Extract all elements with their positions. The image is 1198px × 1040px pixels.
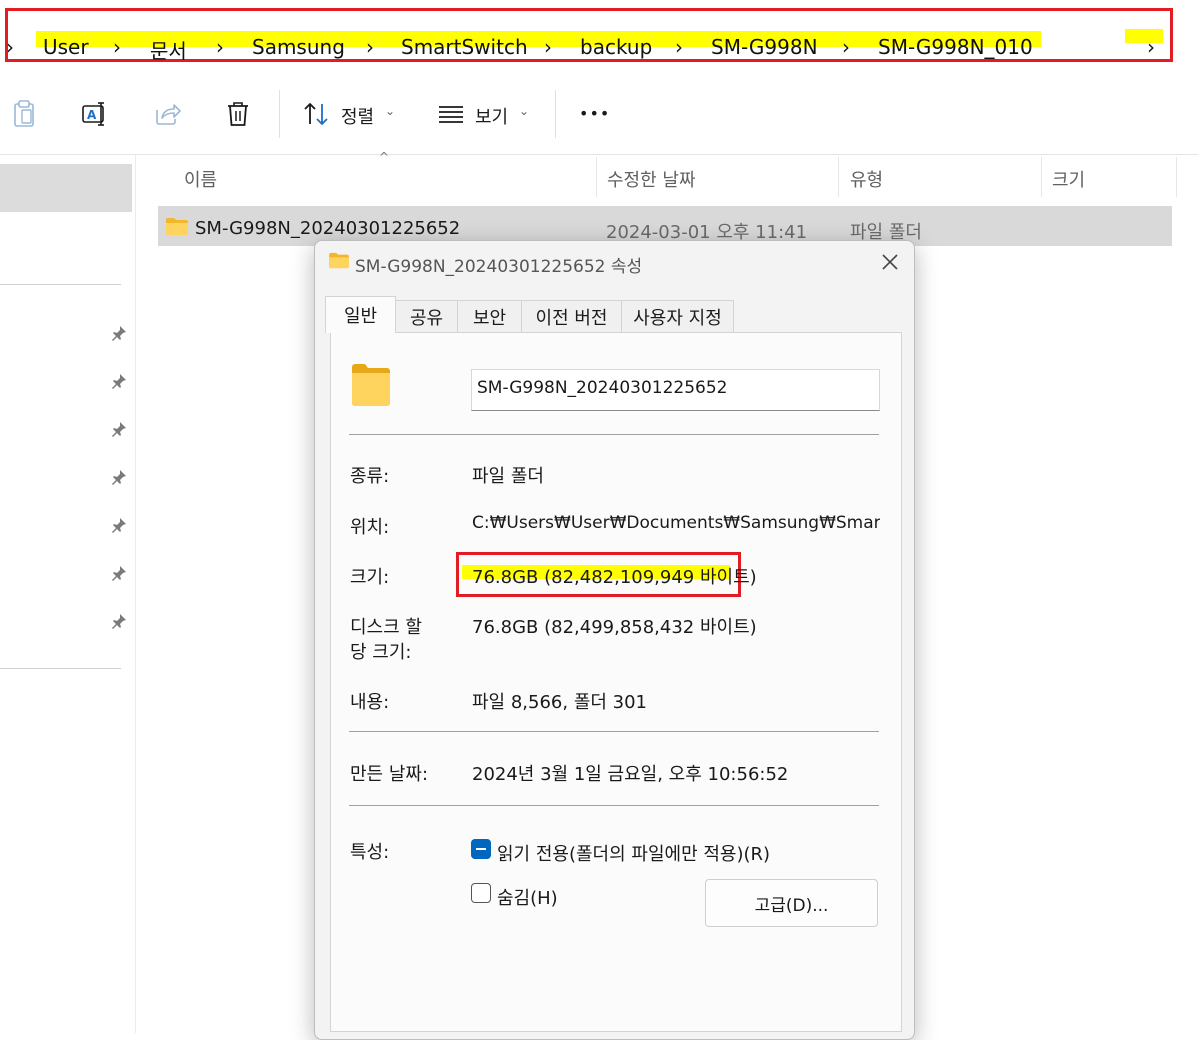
location-label: 위치: xyxy=(350,517,390,538)
column-header-name[interactable]: 이름 xyxy=(184,166,217,192)
tab-general[interactable]: 일반 xyxy=(325,296,396,333)
pin-icon[interactable] xyxy=(110,420,128,438)
chevron-right-icon[interactable]: › xyxy=(366,35,374,59)
chevron-right-icon[interactable]: › xyxy=(544,35,552,59)
svg-text:A: A xyxy=(87,108,97,122)
folder-icon xyxy=(165,217,189,240)
created-value: 2024년 3월 1일 금요일, 오후 10:56:52 xyxy=(472,764,789,785)
breadcrumb-item-documents[interactable]: 문서 xyxy=(150,35,187,64)
contents-label: 내용: xyxy=(350,692,390,713)
nav-divider xyxy=(0,668,121,669)
view-button-label[interactable]: 보기 xyxy=(475,103,508,129)
column-header-size[interactable]: 크기 xyxy=(1052,166,1085,192)
toolbar-divider xyxy=(279,90,280,138)
pin-icon[interactable] xyxy=(110,516,128,534)
column-divider[interactable] xyxy=(596,157,597,197)
column-header-type[interactable]: 유형 xyxy=(850,166,883,192)
readonly-checkbox[interactable] xyxy=(471,839,491,859)
nav-selected-item[interactable] xyxy=(0,164,132,212)
size-label: 크기: xyxy=(350,567,390,588)
chevron-right-icon: › xyxy=(6,35,14,59)
column-divider[interactable] xyxy=(1041,157,1042,197)
section-divider xyxy=(349,805,879,806)
readonly-checkbox-label[interactable]: 읽기 전용(폴더의 파일에만 적용)(R) xyxy=(497,840,770,866)
pin-icon[interactable] xyxy=(110,612,128,630)
indeterminate-icon xyxy=(476,848,486,850)
breadcrumb-item-samsung[interactable]: Samsung xyxy=(252,35,345,59)
chevron-right-icon[interactable]: › xyxy=(113,35,121,59)
column-header-date[interactable]: 수정한 날짜 xyxy=(607,166,696,192)
tab-sharing[interactable]: 공유 xyxy=(396,300,458,332)
chevron-right-icon[interactable]: › xyxy=(842,35,850,59)
tab-security[interactable]: 보안 xyxy=(458,300,522,332)
breadcrumb-item-smartswitch[interactable]: SmartSwitch xyxy=(401,35,528,59)
sort-ascending-icon: ^ xyxy=(379,150,390,164)
tab-previous-versions[interactable]: 이전 버전 xyxy=(522,300,622,332)
breadcrumb-item-sm-g998n-010[interactable]: SM-G998N_010 xyxy=(878,35,1033,59)
pin-icon[interactable] xyxy=(110,564,128,582)
disk-size-label-line2: 당 크기: xyxy=(350,642,412,663)
chevron-down-icon[interactable]: ⌄ xyxy=(385,104,395,118)
contents-value: 파일 8,566, 폴더 301 xyxy=(472,692,648,713)
disk-size-label-line1: 디스크 할 xyxy=(350,617,422,638)
breadcrumb-item-user[interactable]: User xyxy=(43,35,89,59)
attributes-label: 특성: xyxy=(350,842,390,863)
location-field[interactable]: C:₩Users₩User₩Documents₩Samsung₩SmartSwi xyxy=(472,513,880,537)
pin-icon[interactable] xyxy=(110,372,128,390)
advanced-button[interactable]: 고급(D)... xyxy=(705,879,878,927)
paste-icon[interactable] xyxy=(10,100,38,128)
tab-customize[interactable]: 사용자 지정 xyxy=(622,300,734,332)
pin-icon[interactable] xyxy=(110,324,128,342)
chevron-down-icon[interactable]: ⌄ xyxy=(519,104,529,118)
toolbar-bottom-border xyxy=(0,154,1198,155)
sort-icon[interactable] xyxy=(302,100,330,128)
section-divider xyxy=(349,434,879,435)
delete-icon[interactable] xyxy=(224,100,252,128)
kind-value: 파일 폴더 xyxy=(472,466,544,487)
pin-icon[interactable] xyxy=(110,468,128,486)
folder-icon xyxy=(328,252,350,273)
location-value: C:₩Users₩User₩Documents₩Samsung₩SmartSwi xyxy=(472,513,880,533)
rename-icon[interactable]: A xyxy=(81,100,109,128)
nav-divider xyxy=(0,284,121,285)
hidden-checkbox[interactable] xyxy=(471,883,491,903)
tab-panel xyxy=(330,332,902,1032)
breadcrumb-item-backup[interactable]: backup xyxy=(580,35,652,59)
nav-pane-border xyxy=(135,155,136,1033)
close-icon[interactable] xyxy=(878,250,902,274)
folder-name-value: SM-G998N_20240301225652 xyxy=(477,378,728,398)
dialog-title: SM-G998N_20240301225652 속성 xyxy=(355,257,643,277)
column-divider[interactable] xyxy=(838,157,839,197)
view-icon[interactable] xyxy=(437,100,465,128)
file-name[interactable]: SM-G998N_20240301225652 xyxy=(195,218,460,239)
folder-icon xyxy=(351,363,391,411)
chevron-right-icon[interactable]: › xyxy=(675,35,683,59)
address-bar[interactable]: › User › 문서 › Samsung › SmartSwitch › ba… xyxy=(5,8,1173,64)
share-icon[interactable] xyxy=(153,100,181,128)
breadcrumb-item-sm-g998n[interactable]: SM-G998N xyxy=(711,35,818,59)
more-options-icon[interactable]: ••• xyxy=(579,104,610,123)
chevron-right-icon[interactable]: › xyxy=(216,35,224,59)
size-value: 76.8GB (82,482,109,949 바이트) xyxy=(472,567,757,588)
disk-size-value: 76.8GB (82,499,858,432 바이트) xyxy=(472,617,757,638)
section-divider xyxy=(349,731,879,732)
kind-label: 종류: xyxy=(350,466,390,487)
toolbar-divider xyxy=(555,90,556,138)
folder-name-input[interactable]: SM-G998N_20240301225652 xyxy=(471,369,880,411)
created-label: 만든 날짜: xyxy=(350,764,429,785)
chevron-right-icon[interactable]: › xyxy=(1147,35,1155,59)
sort-button-label[interactable]: 정렬 xyxy=(341,103,374,129)
hidden-checkbox-label[interactable]: 숨김(H) xyxy=(497,884,558,910)
column-divider[interactable] xyxy=(1176,157,1177,197)
